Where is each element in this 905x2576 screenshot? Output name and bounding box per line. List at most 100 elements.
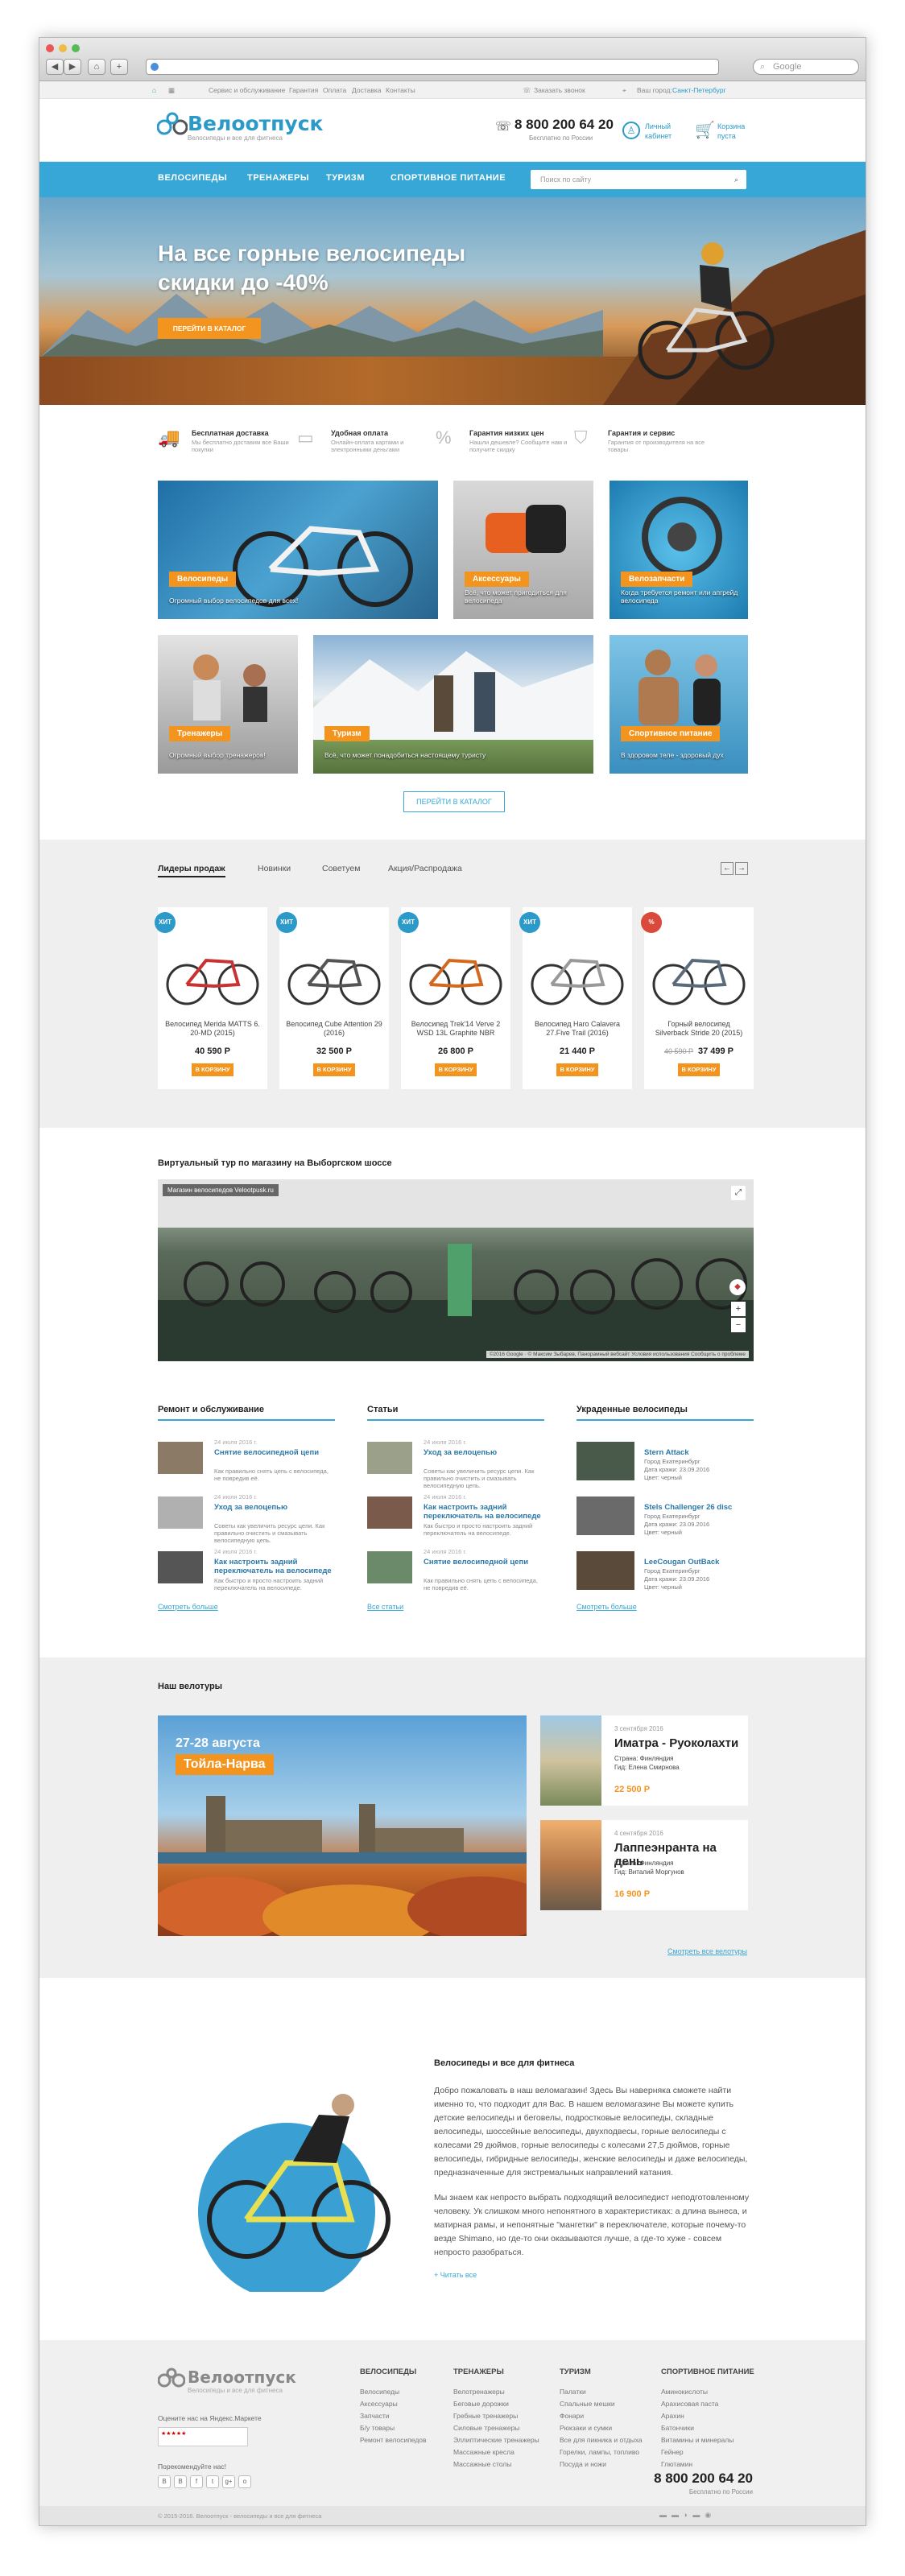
user-icon[interactable]: ♙ xyxy=(622,122,640,139)
footer-link[interactable]: Велосипеды xyxy=(360,2386,457,2398)
order-call-link[interactable]: Заказать звонок xyxy=(534,86,585,94)
tour-thumb[interactable] xyxy=(540,1715,601,1806)
tour-banner[interactable]: 27-28 августа Тойла-Нарва xyxy=(158,1715,527,1936)
footer-link[interactable]: Глютамин xyxy=(661,2458,758,2471)
add-to-cart-button[interactable]: В КОРЗИНУ xyxy=(556,1063,598,1076)
toplink[interactable]: Контакты xyxy=(386,86,415,94)
toplink[interactable]: Гарантия xyxy=(289,86,318,94)
footer-phone[interactable]: 8 800 200 64 20 xyxy=(654,2471,753,2487)
category-parts[interactable]: Велозапчасти Когда требуется ремонт или а… xyxy=(610,481,748,619)
article-thumb[interactable] xyxy=(367,1496,412,1529)
product-name[interactable]: Велосипед Merida MATTS 6. 20-MD (2015) xyxy=(164,1020,261,1038)
add-to-cart-button[interactable]: В КОРЗИНУ xyxy=(678,1063,720,1076)
stolen-item[interactable]: LeeCougan OutBack Город Екатеринбург Дата … xyxy=(576,1548,754,1604)
footer-link[interactable]: Массажные столы xyxy=(453,2458,550,2471)
vk-icon[interactable]: В xyxy=(158,2475,171,2488)
category-accessories[interactable]: Аксессуары Всё, что может пригодиться для… xyxy=(453,481,593,619)
footer-link[interactable]: Фонари xyxy=(560,2410,656,2422)
tab-sale[interactable]: Акция/Распродажа xyxy=(388,864,462,873)
articles-item[interactable]: 24 июля 2016 г. Снятие велосипедной цепи К… xyxy=(367,1548,544,1604)
add-to-cart-button[interactable]: В КОРЗИНУ xyxy=(313,1063,355,1076)
footer-link[interactable]: Посуда и ножи xyxy=(560,2458,656,2471)
articles-more-link[interactable]: Все статьи xyxy=(367,1603,403,1611)
address-bar[interactable] xyxy=(146,59,719,75)
category-nutrition[interactable]: Спортивное питание В здоровом теле - здор… xyxy=(610,635,748,774)
product-name[interactable]: Велосипед Haro Calavera 27.Five Trail (2… xyxy=(529,1020,626,1038)
stolen-more-link[interactable]: Смотреть больше xyxy=(576,1603,637,1611)
gplus-icon[interactable]: g+ xyxy=(222,2475,235,2488)
footer-link[interactable]: Беговые дорожки xyxy=(453,2398,550,2410)
product-card[interactable]: ХИТ Велосипед Cube Attention 29 (2016) 32 … xyxy=(276,907,389,1089)
article-thumb[interactable] xyxy=(367,1442,412,1474)
menu-item-tourism[interactable]: ТУРИЗМ xyxy=(326,173,365,183)
logo-text[interactable]: Велоотпуск xyxy=(188,112,324,135)
zoom-in-icon[interactable]: + xyxy=(731,1302,746,1316)
menu-item-nutrition[interactable]: СПОРТИВНОЕ ПИТАНИЕ xyxy=(391,173,506,183)
article-title[interactable]: Снятие велосипедной цепи xyxy=(214,1448,335,1457)
menu-item-bicycles[interactable]: ВЕЛОСИПЕДЫ xyxy=(158,173,227,183)
prev-arrow-icon[interactable]: ← xyxy=(721,862,734,875)
repair-more-link[interactable]: Смотреть больше xyxy=(158,1603,218,1611)
footer-column-title[interactable]: СПОРТИВНОЕ ПИТАНИЕ xyxy=(661,2368,758,2376)
product-card[interactable]: ХИТ Велосипед Trek'14 Verve 2 WSD 13L Gra… xyxy=(398,907,510,1089)
footer-link[interactable]: Арахисовая паста xyxy=(661,2398,758,2410)
product-name[interactable]: Велосипед Cube Attention 29 (2016) xyxy=(286,1020,382,1038)
stolen-title[interactable]: Stern Attack xyxy=(644,1448,765,1457)
blogger-icon[interactable]: B xyxy=(174,2475,187,2488)
tab-new[interactable]: Новинки xyxy=(258,864,291,873)
account-link[interactable]: Личный кабинет xyxy=(645,122,672,141)
repair-item[interactable]: 24 июля 2016 г. Снятие велосипедной цепи К… xyxy=(158,1439,335,1495)
home-small-icon[interactable]: ⌂ xyxy=(152,86,156,94)
article-title[interactable]: Уход за велоцепью xyxy=(424,1448,544,1457)
tours-more-link[interactable]: Смотреть все велотуры xyxy=(667,1947,747,1955)
category-tourism[interactable]: Туризм Всё, что может понадобиться настоя… xyxy=(313,635,593,774)
product-name[interactable]: Велосипед Trek'14 Verve 2 WSD 13L Graphi… xyxy=(407,1020,504,1038)
add-tab-icon[interactable]: + xyxy=(110,59,128,75)
footer-link[interactable]: Горелки, лампы, топливо xyxy=(560,2446,656,2458)
site-search-input[interactable]: Поиск по сайту ⌕ xyxy=(531,170,746,189)
tab-bestsellers[interactable]: Лидеры продаж xyxy=(158,864,225,877)
article-title[interactable]: Как настроить задний переключатель на ве… xyxy=(214,1558,335,1575)
articles-item[interactable]: 24 июля 2016 г. Как настроить задний пере… xyxy=(367,1493,544,1550)
footer-link[interactable]: Массажные кресла xyxy=(453,2446,550,2458)
product-card[interactable]: ХИТ Велосипед Merida MATTS 6. 20-MD (2015… xyxy=(155,907,267,1089)
home-icon[interactable]: ⌂ xyxy=(88,59,105,75)
footer-link[interactable]: Запчасти xyxy=(360,2410,457,2422)
cart-icon[interactable]: 🛒 xyxy=(695,120,715,140)
tab-recommended[interactable]: Советуем xyxy=(322,864,361,873)
article-title[interactable]: Как настроить задний переключатель на ве… xyxy=(424,1503,544,1521)
footer-link[interactable]: Арахин xyxy=(661,2410,758,2422)
next-arrow-icon[interactable]: → xyxy=(735,862,748,875)
tour-card[interactable]: 4 сентября 2016 Лаппеэнранта на день Стран… xyxy=(540,1820,748,1910)
tour-thumb[interactable] xyxy=(540,1820,601,1910)
stolen-bike-thumb[interactable] xyxy=(576,1442,634,1480)
article-thumb[interactable] xyxy=(158,1442,203,1474)
footer-link[interactable]: Батончики xyxy=(661,2422,758,2434)
toplink[interactable]: Доставка xyxy=(352,86,382,94)
footer-column-title[interactable]: ТРЕНАЖЕРЫ xyxy=(453,2368,550,2376)
footer-link[interactable]: Гейнер xyxy=(661,2446,758,2458)
compass-icon[interactable]: ◆ xyxy=(729,1279,746,1295)
forward-icon[interactable]: ▶ xyxy=(64,59,81,75)
menu-item-trainers[interactable]: ТРЕНАЖЕРЫ xyxy=(247,173,309,183)
catalog-button[interactable]: ПЕРЕЙТИ В КАТАЛОГ xyxy=(403,791,505,812)
fullscreen-icon[interactable]: ⤢ xyxy=(731,1186,746,1200)
category-bicycles[interactable]: Велосипеды Огромный выбор велосипедов для… xyxy=(158,481,438,619)
zoom-out-icon[interactable]: − xyxy=(731,1318,746,1332)
toplink[interactable]: Сервис и обслуживание xyxy=(209,86,285,94)
tour-card[interactable]: 3 сентября 2016 Иматра - Руоколахти Страна… xyxy=(540,1715,748,1806)
footer-link[interactable]: Гребные тренажеры xyxy=(453,2410,550,2422)
toplink[interactable]: Оплата xyxy=(323,86,346,94)
sitemap-icon[interactable]: ▦ xyxy=(168,86,175,95)
product-card[interactable]: ХИТ Велосипед Haro Calavera 27.Five Trail… xyxy=(519,907,632,1089)
footer-link[interactable]: Эллиптические тренажеры xyxy=(453,2434,550,2446)
virtual-tour-panorama[interactable]: Магазин велосипедов Velootpusk.ru ⤢ ◆ + … xyxy=(158,1179,754,1361)
article-thumb[interactable] xyxy=(158,1496,203,1529)
tour-name[interactable]: Иматра - Руоколахти xyxy=(614,1736,738,1750)
articles-item[interactable]: 24 июля 2016 г. Уход за велоцепью Советы к… xyxy=(367,1439,544,1495)
footer-link[interactable]: Ремонт велосипедов xyxy=(360,2434,457,2446)
footer-column-title[interactable]: ВЕЛОСИПЕДЫ xyxy=(360,2368,457,2376)
back-icon[interactable]: ◀ xyxy=(46,59,64,75)
add-to-cart-button[interactable]: В КОРЗИНУ xyxy=(435,1063,477,1076)
article-title[interactable]: Уход за велоцепью xyxy=(214,1503,335,1512)
